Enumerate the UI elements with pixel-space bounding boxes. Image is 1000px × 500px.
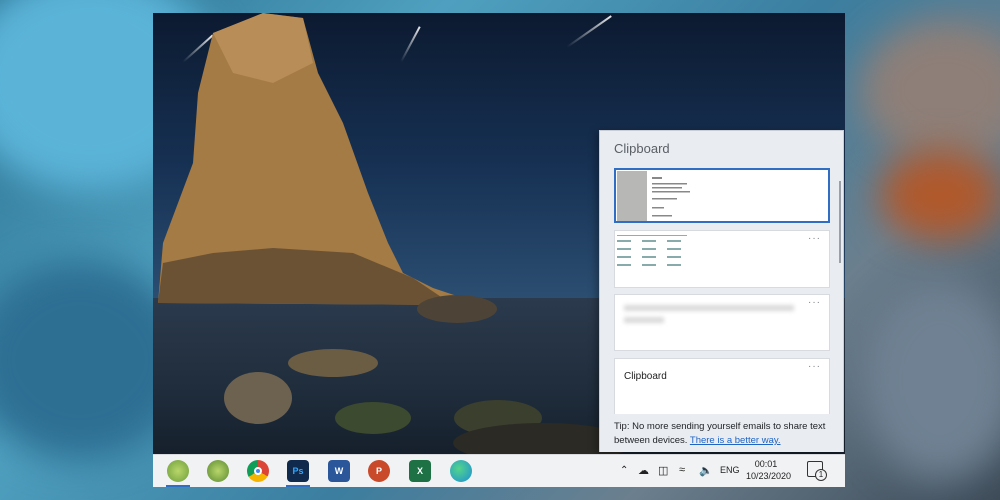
clipboard-item-3[interactable]: ··· [614,294,830,351]
onedrive-icon[interactable]: ☁ [638,464,649,477]
clock[interactable]: 00:01 10/23/2020 [746,458,792,482]
volume-icon[interactable]: 🔈 [699,464,713,477]
clipboard-panel: Clipboard ··· ··· ··· Clipboard Tip: No … [599,130,844,452]
edge-icon[interactable] [450,460,472,482]
excel-icon[interactable]: X [409,460,431,482]
word-icon[interactable]: W [328,460,350,482]
more-options-icon[interactable]: ··· [808,361,821,372]
clipboard-item-2[interactable]: ··· [614,230,830,288]
language-indicator[interactable]: ENG [720,465,740,475]
notification-badge: 1 [815,469,827,481]
more-options-icon[interactable]: ··· [808,297,821,308]
chrome-icon[interactable] [247,460,269,482]
clipboard-item-thumbnail [617,171,827,221]
active-indicator [286,485,310,487]
clipboard-item-4[interactable]: ··· Clipboard [614,358,830,415]
background-blob [860,20,1000,160]
clipboard-title: Clipboard [614,141,670,156]
app-1-icon[interactable] [167,460,189,482]
chevron-up-icon[interactable]: ⌃ [620,465,628,476]
clock-time: 00:01 [754,459,778,469]
photoshop-icon[interactable]: Ps [287,460,309,482]
background-blob [880,150,1000,240]
taskbar: Ps W P X ⌃ ☁ ◫ ≈ 🔈 ENG 00:01 10/23/2020 … [153,454,845,487]
active-indicator [166,485,190,487]
clipboard-tip: Tip: No more sending yourself emails to … [600,414,843,452]
clipboard-item-text: Clipboard [624,371,667,382]
blurred-text-preview [624,305,794,311]
clipboard-item-1[interactable]: ··· [614,168,830,223]
clipboard-scrollbar[interactable] [839,181,841,263]
wifi-icon[interactable]: ≈ [679,464,685,476]
more-options-icon[interactable]: ··· [808,233,821,244]
battery-icon[interactable]: ◫ [658,464,668,477]
powerpoint-icon[interactable]: P [368,460,390,482]
tip-link[interactable]: There is a better way. [690,435,781,446]
clock-date: 10/23/2020 [746,471,792,481]
blurred-text-preview [624,317,664,323]
clipboard-item-thumbnail [617,235,687,266]
background-blob [860,280,1000,480]
desktop-screenshot: Clipboard ··· ··· ··· Clipboard Tip: No … [153,13,845,487]
app-2-icon[interactable] [207,460,229,482]
